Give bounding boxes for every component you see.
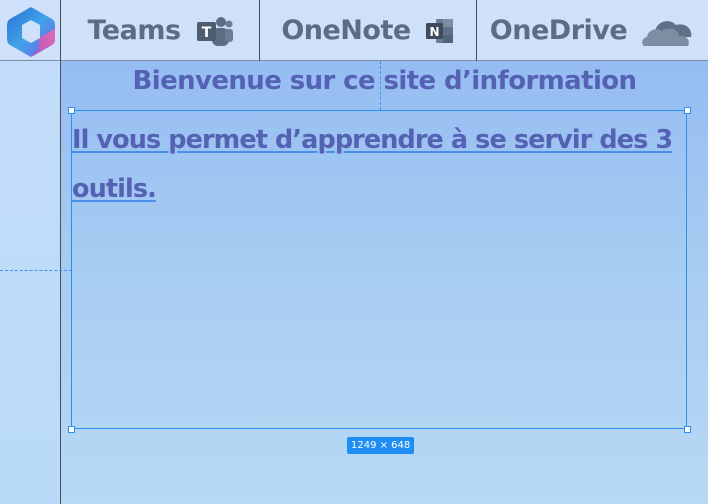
nav-onedrive-label: OneDrive bbox=[489, 15, 628, 46]
selection-size-badge: 1249 × 648 bbox=[347, 437, 415, 454]
nav-onenote-label: OneNote bbox=[281, 15, 411, 46]
resize-handle-top-right[interactable] bbox=[684, 107, 691, 114]
resize-handle-bottom-left[interactable] bbox=[68, 426, 75, 433]
nav-teams-label: Teams bbox=[87, 15, 181, 46]
left-sidebar-column bbox=[0, 61, 61, 504]
logo-cell[interactable] bbox=[0, 0, 61, 61]
resize-handle-bottom-right[interactable] bbox=[684, 426, 691, 433]
svg-text:T: T bbox=[201, 25, 211, 41]
onedrive-icon bbox=[642, 20, 692, 46]
svg-text:N: N bbox=[429, 25, 439, 39]
nav-teams[interactable]: Teams T bbox=[61, 0, 260, 61]
horizontal-alignment-guide bbox=[0, 270, 72, 271]
resize-handle-top-left[interactable] bbox=[68, 107, 75, 114]
onenote-icon: N bbox=[425, 18, 453, 43]
body-text[interactable]: Il vous permet d’apprendre à se servir d… bbox=[72, 116, 682, 214]
nav-onedrive[interactable]: OneDrive bbox=[477, 0, 708, 61]
microsoft-365-logo-icon bbox=[7, 7, 55, 57]
welcome-title: Bienvenue sur ce site d’information bbox=[132, 66, 637, 96]
top-navigation-bar: Teams T OneNote N OneDrive bbox=[0, 0, 708, 61]
teams-icon: T bbox=[196, 16, 233, 46]
nav-onenote[interactable]: OneNote N bbox=[260, 0, 477, 61]
page: Teams T OneNote N OneDrive Bienvenue sur… bbox=[0, 0, 708, 504]
